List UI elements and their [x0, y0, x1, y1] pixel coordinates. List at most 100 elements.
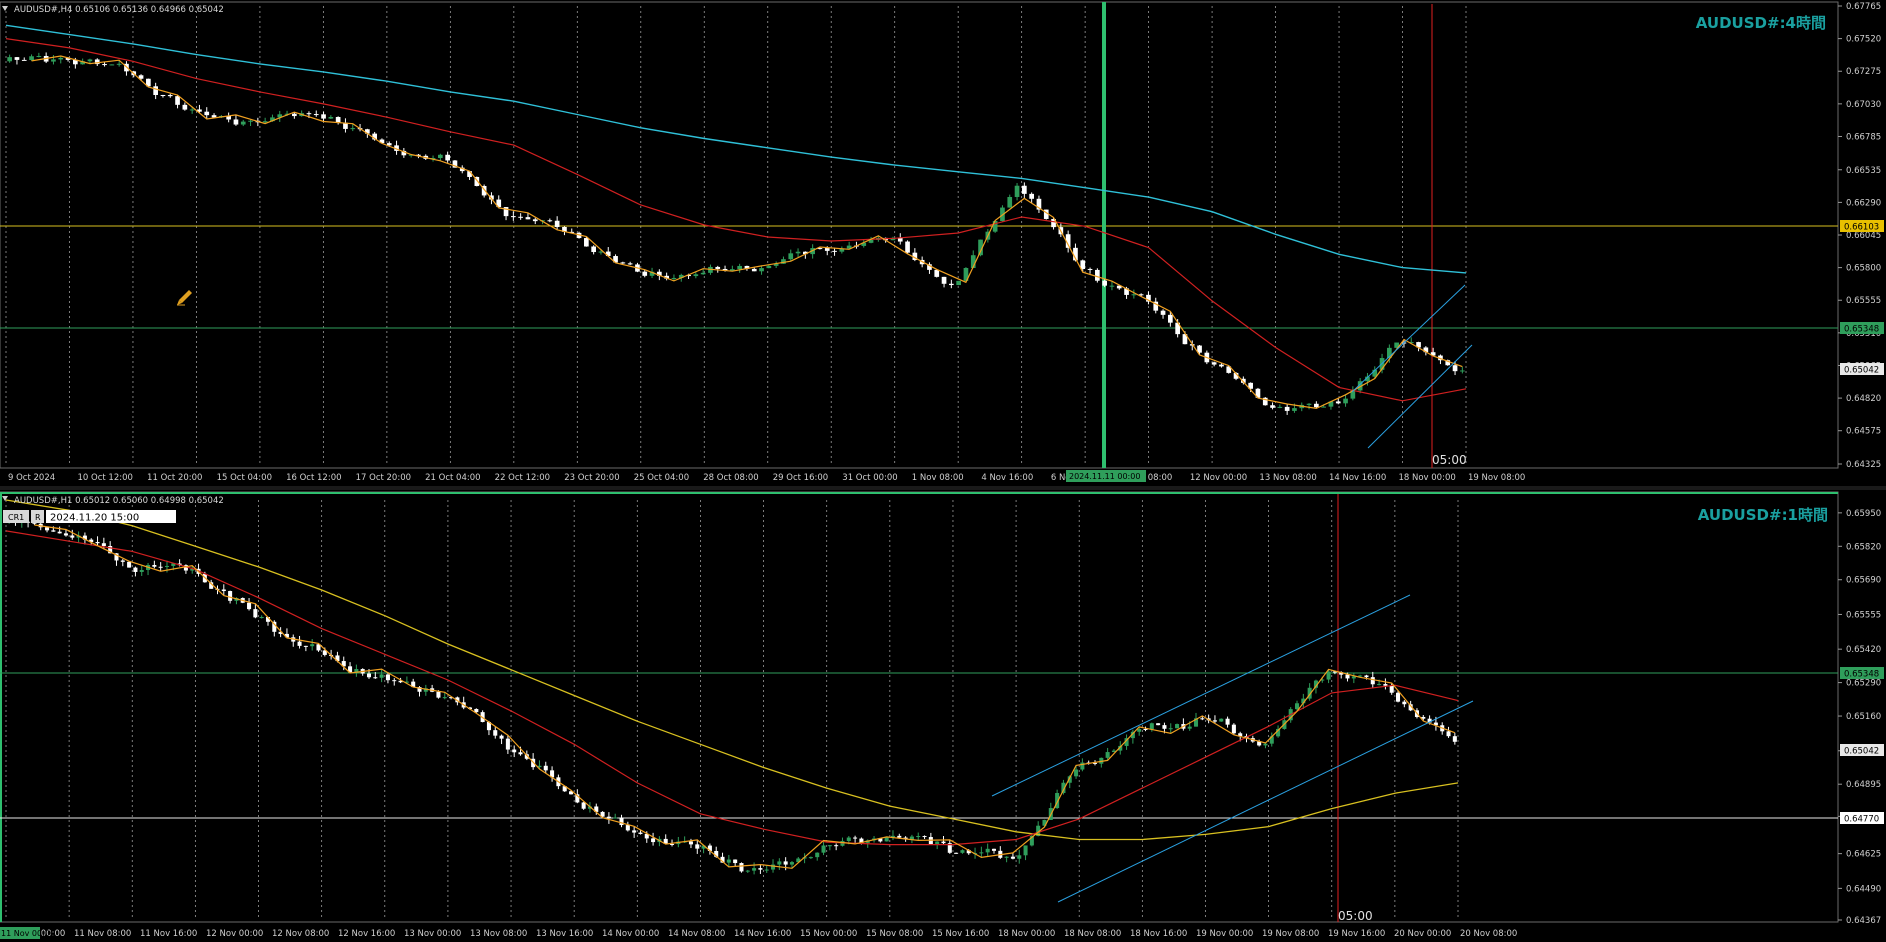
candle-body [175, 96, 180, 105]
time-tick-label: 11 Nov 08:00 [74, 929, 131, 939]
candle-body [584, 238, 589, 247]
candle-body [985, 848, 990, 853]
candle-body [916, 836, 921, 838]
candle-body [51, 59, 56, 62]
h1-date-highlight-text: 11 Nov 00:00 [1, 929, 55, 938]
price-tick-label: 0.65555 [1846, 610, 1881, 620]
time-tick-label: 4 Nov 16:00 [981, 473, 1033, 483]
candle-body [1143, 729, 1148, 731]
candle-body [808, 857, 813, 859]
price-tick-label: 0.65800 [1846, 264, 1881, 274]
candle-body [1219, 718, 1224, 722]
time-tick-label: 18 Nov 16:00 [1130, 929, 1187, 939]
candle-body [733, 859, 738, 864]
candle-body [525, 217, 531, 220]
h1-tag-white: 0.64770 [1840, 812, 1884, 825]
candle-body [620, 262, 626, 264]
time-tick-label: 15 Oct 04:00 [217, 473, 272, 483]
candle-body [313, 114, 319, 116]
candle-body [1007, 196, 1013, 208]
h4-tag-green-text: 0.65348 [1844, 325, 1879, 335]
candle-body [1095, 269, 1100, 281]
candle-body [58, 57, 64, 60]
time-tick-label: 22 Oct 12:00 [495, 473, 550, 483]
candle-body [1137, 729, 1142, 732]
price-tick-label: 0.65950 [1846, 509, 1881, 519]
candle-body [221, 589, 226, 592]
time-tick-label: 18 Nov 08:00 [1064, 929, 1121, 939]
candle-body [1284, 406, 1290, 411]
candle-body [36, 55, 42, 57]
candle-body [745, 870, 750, 872]
candle-body [751, 268, 757, 272]
h1-header-bar: AUDUSD#,H1 0.65012 0.65060 0.64998 0.650… [2, 496, 224, 506]
candle-body [1149, 723, 1154, 730]
candle-body [688, 841, 693, 845]
candle-body [758, 868, 763, 870]
time-tick-label: 16 Oct 12:00 [286, 473, 341, 483]
candle-body [385, 674, 390, 681]
candle-body [158, 566, 163, 568]
h4-tag-current: 0.65042 [1840, 363, 1884, 376]
candle-body [1168, 314, 1173, 323]
candle-body [321, 114, 326, 119]
candle-body [1370, 677, 1375, 685]
time-tick-label: 25 Oct 04:00 [634, 473, 689, 483]
candle-body [905, 241, 910, 253]
candle-body [153, 86, 158, 96]
candle-body [116, 63, 122, 65]
candle-body [846, 837, 851, 841]
candle-body [1277, 406, 1283, 408]
candle-body [133, 567, 138, 572]
price-tick-label: 0.66290 [1846, 198, 1881, 208]
time-tick-label: 19 Nov 00:00 [1196, 929, 1253, 939]
time-tick-label: 11 Oct 20:00 [147, 473, 202, 483]
candle-body [606, 816, 611, 819]
crosshair-date-text: 2024.11.20 15:00 [50, 513, 139, 524]
candle-body [1187, 726, 1192, 729]
candle-body [941, 841, 946, 844]
h4-vline-green[interactable] [1102, 2, 1106, 468]
candle-body [991, 848, 997, 851]
time-tick-label: 11 Nov 16:00 [140, 929, 197, 939]
candle-body [777, 861, 782, 865]
candle-body [373, 677, 378, 679]
trading-chart[interactable]: AUDUSD#,H4 0.65106 0.65136 0.64966 0.650… [0, 0, 1886, 942]
candle-body [935, 841, 940, 845]
candle-body [1105, 752, 1110, 758]
candle-body [739, 863, 744, 872]
price-tick-label: 0.65820 [1846, 542, 1881, 552]
candle-body [1270, 405, 1275, 408]
candle-body [1294, 703, 1300, 710]
price-tick-label: 0.64367 [1846, 916, 1881, 926]
candle-body [29, 56, 34, 61]
candle-body [737, 265, 742, 270]
candle-body [127, 561, 132, 568]
candle-body [693, 274, 699, 277]
time-tick-label: 17 Oct 20:00 [356, 473, 411, 483]
candle-body [518, 216, 523, 218]
h1-title: AUDUSD#:1時間 [1698, 506, 1828, 524]
time-tick-label: 12 Nov 00:00 [1190, 473, 1247, 483]
candle-body [591, 246, 596, 253]
candle-body [292, 113, 297, 117]
price-tick-label: 0.67765 [1846, 2, 1881, 12]
candle-body [922, 836, 927, 838]
time-tick-label: 12 Nov 08:00 [272, 929, 329, 939]
price-tick-label: 0.64625 [1846, 850, 1881, 860]
candle-body [518, 752, 523, 755]
h4-tag-current-text: 0.65042 [1844, 366, 1879, 376]
candle-body [788, 253, 794, 260]
time-tick-label: 18 Nov 00:00 [1398, 473, 1455, 483]
candle-body [1292, 408, 1297, 411]
time-tick-label: 1 Nov 08:00 [912, 473, 964, 483]
candle-body [1029, 193, 1034, 199]
candle-body [897, 835, 902, 838]
candle-body [1343, 398, 1348, 404]
cr-button-label: CR1 [8, 513, 24, 522]
candle-body [109, 64, 115, 66]
candle-body [164, 565, 170, 567]
candle-body [934, 269, 940, 277]
candle-body [1017, 855, 1022, 859]
h4-tag-yellow: 0.66103 [1840, 220, 1884, 233]
